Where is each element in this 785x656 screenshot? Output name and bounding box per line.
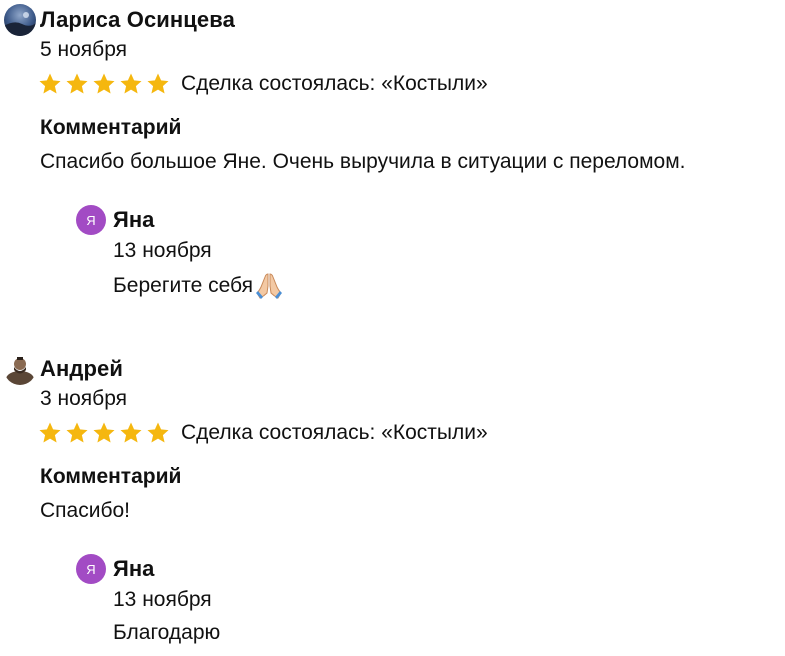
star-icon bbox=[119, 421, 143, 445]
star-icon bbox=[92, 421, 116, 445]
review-date: 3 ноября bbox=[40, 387, 128, 410]
reply-author-name[interactable]: Яна bbox=[113, 207, 154, 233]
reply-text-row: Берегите себя bbox=[113, 272, 284, 300]
reply-date: 13 ноября bbox=[113, 239, 212, 262]
reply-author-name[interactable]: Яна bbox=[113, 556, 154, 582]
reply-author-row: Я Яна bbox=[76, 553, 154, 585]
star-icon bbox=[38, 421, 62, 445]
user-avatar[interactable] bbox=[4, 353, 36, 385]
reply-author-row: Я Яна bbox=[76, 204, 154, 236]
reply-text-row: Благодарю bbox=[113, 621, 220, 645]
star-icon bbox=[65, 421, 89, 445]
star-icon bbox=[146, 421, 170, 445]
rating-stars bbox=[38, 421, 173, 445]
deal-status: Сделка состоялась: «Костыли» bbox=[181, 421, 488, 444]
comment-text: Спасибо! bbox=[40, 499, 130, 522]
comment-heading: Комментарий bbox=[40, 465, 182, 488]
review-rating-row: Сделка состоялась: «Костыли» bbox=[38, 70, 488, 98]
review-author-row: Лариса Осинцева bbox=[4, 4, 235, 36]
review-date: 5 ноября bbox=[40, 38, 128, 61]
review-author-name[interactable]: Андрей bbox=[40, 356, 123, 382]
star-icon bbox=[146, 72, 170, 96]
star-icon bbox=[38, 72, 62, 96]
review-author-row: Андрей bbox=[4, 353, 123, 385]
user-avatar[interactable] bbox=[4, 4, 36, 36]
reply-date: 13 ноября bbox=[113, 588, 212, 611]
comment-heading: Комментарий bbox=[40, 116, 182, 139]
rating-stars bbox=[38, 72, 173, 96]
seller-reply: Я Яна 13 ноября Благодарю bbox=[76, 553, 220, 644]
star-icon bbox=[119, 72, 143, 96]
star-icon bbox=[92, 72, 116, 96]
comment-text: Спасибо большое Яне. Очень выручила в си… bbox=[40, 150, 686, 173]
star-icon bbox=[65, 72, 89, 96]
review-author-name[interactable]: Лариса Осинцева bbox=[40, 7, 235, 33]
reply-text: Берегите себя bbox=[113, 274, 253, 297]
deal-status: Сделка состоялась: «Костыли» bbox=[181, 72, 488, 95]
reply-text: Благодарю bbox=[113, 621, 221, 644]
praying-hands-icon bbox=[254, 272, 284, 300]
reply-avatar[interactable]: Я bbox=[76, 554, 106, 584]
seller-reply: Я Яна 13 ноября Берегите себя bbox=[76, 204, 282, 299]
reply-avatar[interactable]: Я bbox=[76, 205, 106, 235]
review-rating-row: Сделка состоялась: «Костыли» bbox=[38, 419, 488, 447]
